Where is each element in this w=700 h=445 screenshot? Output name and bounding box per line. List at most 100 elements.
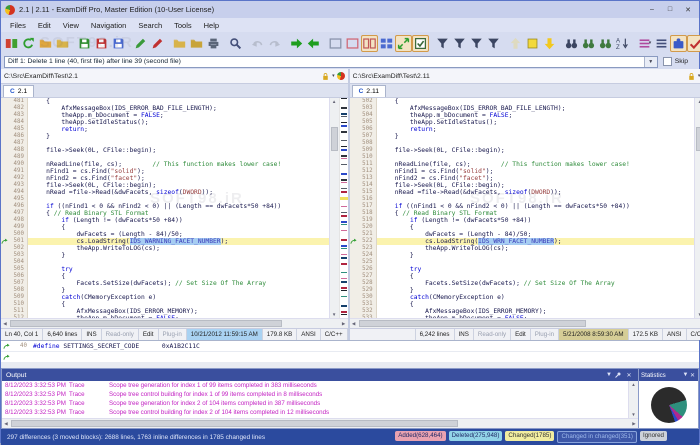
- code-line[interactable]: 524 }: [350, 252, 695, 259]
- code-line[interactable]: 495: [1, 196, 329, 203]
- code-line[interactable]: 489: [1, 154, 329, 161]
- save-both-files-button[interactable]: [110, 35, 127, 52]
- previous-difference-button[interactable]: [305, 35, 322, 52]
- diff-options-button[interactable]: ▾: [636, 35, 653, 52]
- code-line[interactable]: 507 Facets.SetSize(dwFacets); // Set Siz…: [1, 280, 329, 287]
- code-line[interactable]: 508 }: [1, 287, 329, 294]
- code-line[interactable]: 485 return;: [1, 126, 329, 133]
- code-line[interactable]: 517 if ((nFind1 < 0 && nFind2 < 0) || (L…: [350, 203, 695, 210]
- horizontal-scrollbar[interactable]: ◀▶: [350, 318, 700, 328]
- scrollbar-thumb[interactable]: [11, 420, 458, 427]
- close-icon[interactable]: ✕: [624, 372, 634, 379]
- vertical-scrollbar[interactable]: ▲▼: [329, 98, 339, 318]
- match-options-button[interactable]: [614, 35, 631, 52]
- menu-help[interactable]: Help: [198, 20, 225, 31]
- edit-first-file-button[interactable]: [132, 35, 149, 52]
- code-line[interactable]: 504: [1, 259, 329, 266]
- current-change-button[interactable]: [524, 35, 541, 52]
- code-line[interactable]: 482 AfxMessageBox(IDS_ERROR_BAD_FILE_LEN…: [1, 105, 329, 112]
- code-line[interactable]: 532 AfxMessageBox(IDS_ERROR_MEMORY);: [350, 308, 695, 315]
- diff-overview-map[interactable]: [339, 98, 348, 318]
- code-line[interactable]: 522 cs.LoadString(IDS_WRN_FACET_NUMBER);: [350, 238, 695, 245]
- scroll-down-arrow[interactable]: ▼: [629, 411, 638, 418]
- code-line[interactable]: 528 Facets.SetSize(dwFacets); // Set Siz…: [350, 280, 695, 287]
- scrollbar-thumb[interactable]: [359, 320, 587, 327]
- code-line[interactable]: 503 AfxMessageBox(IDS_ERROR_BAD_FILE_LEN…: [350, 105, 695, 112]
- save-first-file-button[interactable]: [76, 35, 93, 52]
- find-text-button[interactable]: [563, 35, 580, 52]
- plug-ins-button[interactable]: [670, 35, 687, 52]
- code-line[interactable]: 509 catch(CMemoryException e): [1, 294, 329, 301]
- scroll-up-arrow[interactable]: ▲: [695, 98, 700, 105]
- chevron-down-icon[interactable]: ▼: [682, 372, 689, 378]
- copy-first-to-second-button[interactable]: [171, 35, 188, 52]
- scroll-down-arrow[interactable]: ▼: [695, 311, 700, 318]
- vertical-scrollbar[interactable]: ▲▼: [694, 98, 700, 318]
- menu-tools[interactable]: Tools: [168, 20, 198, 31]
- code-line[interactable]: 500 dwFacets = (Length - 84)/50;: [1, 231, 329, 238]
- close-icon[interactable]: ✕: [689, 372, 696, 379]
- close-button[interactable]: ✕: [681, 4, 695, 16]
- output-vertical-scrollbar[interactable]: ▲▼: [628, 381, 638, 418]
- code-line[interactable]: 518 { // Read Binary STL Format: [350, 210, 695, 217]
- code-line[interactable]: 505 try: [1, 266, 329, 273]
- code-line[interactable]: 505 theApp.SetIdleStatus();: [350, 119, 695, 126]
- code-line[interactable]: 527 {: [350, 273, 695, 280]
- scrollbar-thumb[interactable]: [10, 320, 282, 327]
- find-button[interactable]: [227, 35, 244, 52]
- code-line[interactable]: 511 nReadLine(file, cs); // This functio…: [350, 161, 695, 168]
- copy-second-to-first-button[interactable]: [188, 35, 205, 52]
- code-line[interactable]: 504 theApp.m_bDocument = FALSE;: [350, 112, 695, 119]
- code-line[interactable]: 512 nFind1 = cs.Find("solid");: [350, 168, 695, 175]
- find-next-button[interactable]: [580, 35, 597, 52]
- scrollbar-thumb[interactable]: [696, 127, 700, 151]
- scroll-up-arrow[interactable]: ▲: [330, 98, 339, 105]
- code-line[interactable]: 531 {: [350, 301, 695, 308]
- skip-checkbox[interactable]: [663, 57, 672, 66]
- scroll-up-arrow[interactable]: ▲: [629, 381, 638, 388]
- code-line[interactable]: 506 return;: [350, 126, 695, 133]
- code-line[interactable]: 520 {: [350, 224, 695, 231]
- code-line[interactable]: 502 theApp.WriteToLOG(cs);: [1, 245, 329, 252]
- compare-files-button[interactable]: [3, 35, 20, 52]
- status-segment[interactable]: INS: [455, 329, 474, 340]
- next-change-button[interactable]: [541, 35, 558, 52]
- first-file-tab[interactable]: C2.1: [3, 85, 34, 97]
- horizontal-scrollbar[interactable]: ◀▶: [1, 318, 348, 328]
- code-line[interactable]: 494 nRead =file->Read(&dwFacets, sizeof(…: [1, 189, 329, 196]
- layout-second-only-button[interactable]: [344, 35, 361, 52]
- code-line[interactable]: 523 theApp.WriteToLOG(cs);: [350, 245, 695, 252]
- auto-recompare-button[interactable]: [412, 35, 429, 52]
- second-file-tab[interactable]: C2.11: [352, 85, 386, 97]
- status-segment[interactable]: Edit: [139, 329, 159, 340]
- code-line[interactable]: 529 }: [350, 287, 695, 294]
- filter-added-lines-button[interactable]: [451, 35, 468, 52]
- scroll-down-arrow[interactable]: ▼: [330, 311, 339, 318]
- save-second-file-button[interactable]: [93, 35, 110, 52]
- code-line[interactable]: 490 nReadLine(file, cs); // This functio…: [1, 161, 329, 168]
- status-segment[interactable]: Plug-in: [531, 329, 559, 340]
- code-line[interactable]: 486 }: [1, 133, 329, 140]
- output-horizontal-scrollbar[interactable]: ◀ ▶: [2, 418, 638, 428]
- code-line[interactable]: 507 }: [350, 133, 695, 140]
- second-file-path[interactable]: C:\Src\ExamDiff\Test\2.11: [353, 73, 687, 80]
- menu-search[interactable]: Search: [132, 20, 168, 31]
- code-line[interactable]: 516: [350, 196, 695, 203]
- pin-icon[interactable]: [614, 371, 624, 379]
- status-segment[interactable]: Plug-in: [159, 329, 187, 340]
- chevron-down-icon[interactable]: ▾: [332, 73, 335, 79]
- scroll-left-arrow[interactable]: ◀: [1, 319, 9, 328]
- filter-changed-lines-button[interactable]: [485, 35, 502, 52]
- code-line[interactable]: 511 AfxMessageBox(IDS_ERROR_MEMORY);: [1, 308, 329, 315]
- diff-selector-combo[interactable]: Diff 1: Delete 1 line (40, first file) a…: [4, 56, 658, 68]
- maximize-button[interactable]: □: [663, 4, 677, 16]
- code-line[interactable]: 513 nFind2 = cs.Find("facet");: [350, 175, 695, 182]
- code-line[interactable]: 499 {: [1, 224, 329, 231]
- filter-show-all-button[interactable]: [434, 35, 451, 52]
- layout-split-button[interactable]: [361, 35, 378, 52]
- code-line[interactable]: 515 nRead =file->Read(&dwFacets, sizeof(…: [350, 189, 695, 196]
- code-line[interactable]: 492 nFind2 = cs.Find("facet");: [1, 175, 329, 182]
- status-segment[interactable]: Edit: [511, 329, 531, 340]
- code-line[interactable]: 488 file->Seek(0L, CFile::begin);: [1, 147, 329, 154]
- scroll-left-arrow[interactable]: ◀: [2, 419, 10, 428]
